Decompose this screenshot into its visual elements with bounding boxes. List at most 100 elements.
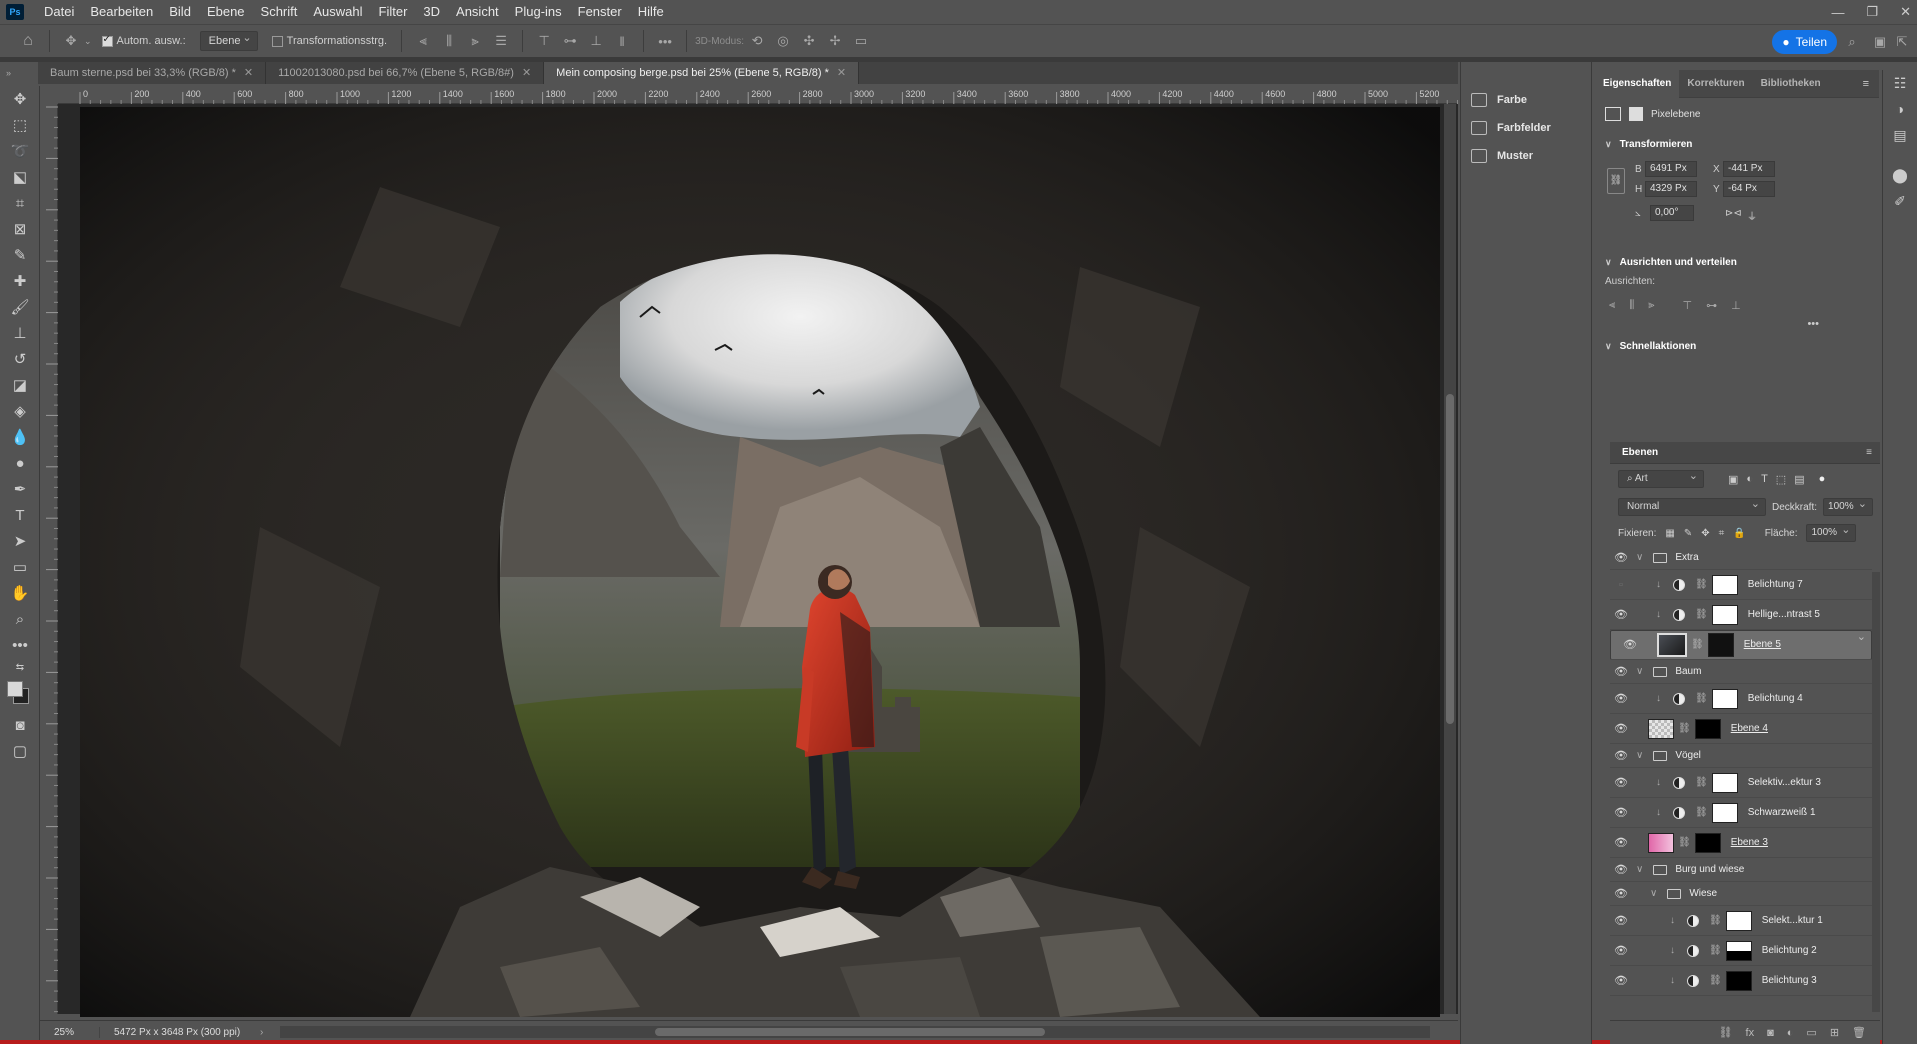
align-left-icon[interactable]: ⫷ xyxy=(415,33,431,49)
3d-slide-icon[interactable]: ✢ xyxy=(827,33,843,49)
eye-icon[interactable]: 👁 xyxy=(1610,776,1632,789)
stamp-tool-icon[interactable]: ⊥ xyxy=(0,320,40,346)
layer-group-extra[interactable]: 👁 ∨ Extra xyxy=(1610,546,1872,570)
eyedropper-tool-icon[interactable]: ✎ xyxy=(0,242,40,268)
farbe-panel-button[interactable]: Farbe xyxy=(1461,86,1591,114)
tab-11002013080[interactable]: 11002013080.psd bei 66,7% (Ebene 5, RGB/… xyxy=(266,62,545,84)
history-brush-icon[interactable]: ↺ xyxy=(0,346,40,372)
mask-thumbnail[interactable] xyxy=(1711,574,1738,595)
opacity-field[interactable]: 100% xyxy=(1823,496,1874,516)
x-field[interactable]: -441 Px xyxy=(1723,161,1775,177)
3d-orbit-icon[interactable]: ⟲ xyxy=(749,33,765,49)
menu-schrift[interactable]: Schrift xyxy=(253,0,306,24)
eye-icon[interactable]: 👁 xyxy=(1610,551,1632,564)
layer-ebene-5[interactable]: 👁 ⛓ Ebene 5 xyxy=(1610,628,1872,660)
menu-bearbeiten[interactable]: Bearbeiten xyxy=(82,0,161,24)
menu-fenster[interactable]: Fenster xyxy=(570,0,630,24)
menu-filter[interactable]: Filter xyxy=(371,0,416,24)
filter-type-icon[interactable]: T xyxy=(1761,473,1768,485)
chain-link-icon[interactable]: ⛓ xyxy=(1695,777,1708,788)
align-right-icon[interactable]: ⫸ xyxy=(1648,299,1654,312)
layer-thumbnail[interactable] xyxy=(1648,718,1674,739)
marquee-tool-icon[interactable]: ⬚ xyxy=(0,112,40,138)
blend-mode-dropdown[interactable]: Normal xyxy=(1618,496,1766,516)
filter-adjustment-icon[interactable]: ◐ xyxy=(1746,473,1753,485)
eye-icon[interactable]: 👁 xyxy=(1610,692,1632,705)
3d-pan-icon[interactable]: ✣ xyxy=(801,33,817,49)
transform-section-header[interactable]: ∨ Transformieren xyxy=(1595,130,1879,158)
lock-all-icon[interactable]: 🔒 xyxy=(1733,528,1745,539)
rectangle-tool-icon[interactable]: ▭ xyxy=(0,554,40,580)
minimize-icon[interactable]: — xyxy=(1831,5,1844,20)
filter-shape-icon[interactable]: ⬚ xyxy=(1776,473,1786,486)
eye-icon[interactable]: 👁 xyxy=(1610,722,1632,735)
menu-ebene[interactable]: Ebene xyxy=(199,0,253,24)
auto-select-dropdown[interactable]: Ebene xyxy=(199,29,258,51)
align-right-icon[interactable]: ⫸ xyxy=(467,33,483,49)
align-bottom-icon[interactable]: ⊥ xyxy=(588,33,604,49)
mask-thumbnail[interactable] xyxy=(1707,633,1734,657)
chain-link-icon[interactable]: ⛓ xyxy=(1709,915,1722,926)
align-hcenter-icon[interactable]: ⫼ xyxy=(441,33,457,49)
align-top-icon[interactable]: ⊤ xyxy=(1683,299,1693,312)
lasso-tool-icon[interactable]: ➰ xyxy=(0,138,40,164)
layer-ebene-4[interactable]: 👁 ⛓ Ebene 4 xyxy=(1610,714,1872,744)
chain-link-icon[interactable]: ⛓ xyxy=(1695,579,1708,590)
layer-belichtung-7[interactable]: ▫ ↓ ⛓ Belichtung 7 xyxy=(1610,570,1872,600)
layer-helligkeit-kontrast-5[interactable]: 👁 ↓ ⛓ Hellige...ntrast 5 xyxy=(1610,600,1872,630)
share-button[interactable]: ● Teilen xyxy=(1772,30,1837,54)
adjustments-panel-icon[interactable]: ☷ xyxy=(1883,70,1917,96)
lock-pixels-icon[interactable]: ✎ xyxy=(1684,528,1692,539)
more-options-icon[interactable]: ••• xyxy=(657,33,673,49)
mask-thumbnail[interactable] xyxy=(1711,604,1738,625)
width-field[interactable]: 6491 Px xyxy=(1645,161,1697,177)
distribute-horizontal-icon[interactable]: ☰ xyxy=(493,33,509,49)
eye-icon[interactable]: 👁 xyxy=(1610,914,1632,927)
chain-link-icon[interactable]: ⛓ xyxy=(1695,693,1708,704)
lock-transparency-icon[interactable]: ▦ xyxy=(1665,528,1674,539)
layer-selektive-farbkorrektur-3[interactable]: 👁 ↓ ⛓ Selektiv...ektur 3 xyxy=(1610,768,1872,798)
layer-filter-dropdown[interactable]: ⌕ Art xyxy=(1618,468,1704,488)
layer-belichtung-3[interactable]: 👁 ↓ ⛓ Belichtung 3 xyxy=(1610,966,1872,996)
align-bottom-icon[interactable]: ⊥ xyxy=(1731,299,1741,312)
chevron-down-icon[interactable]: ∨ xyxy=(1636,864,1643,875)
mask-thumbnail[interactable] xyxy=(1711,688,1738,709)
trash-icon[interactable]: 🗑 xyxy=(1852,1026,1866,1039)
more-align-icon[interactable]: ••• xyxy=(1595,318,1879,330)
new-group-icon[interactable]: ▭ xyxy=(1806,1026,1816,1039)
menu-3d[interactable]: 3D xyxy=(415,0,448,24)
eye-icon[interactable]: 👁 xyxy=(1610,944,1632,957)
menu-ansicht[interactable]: Ansicht xyxy=(448,0,507,24)
chain-link-icon[interactable]: ⛓ xyxy=(1695,807,1708,818)
chevron-down-icon[interactable]: ∨ xyxy=(1636,552,1643,563)
chain-link-icon[interactable]: ⛓ xyxy=(1678,837,1691,848)
home-icon[interactable]: ⌂ xyxy=(20,32,36,49)
mask-thumbnail[interactable] xyxy=(1694,832,1721,853)
vertical-scrollbar[interactable] xyxy=(1444,104,1456,1014)
layer-schwarzweiss-1[interactable]: 👁 ↓ ⛓ Schwarzweiß 1 xyxy=(1610,798,1872,828)
flip-vertical-icon[interactable]: ⏚ xyxy=(1747,208,1757,223)
move-tool-icon[interactable]: ✥ xyxy=(0,86,40,112)
close-tab-icon[interactable]: ✕ xyxy=(244,62,253,84)
paint-bucket-icon[interactable]: ◈ xyxy=(0,398,40,424)
eye-icon[interactable]: 👁 xyxy=(1610,974,1632,987)
search-icon[interactable]: ⌕ xyxy=(1844,34,1860,50)
layer-belichtung-4[interactable]: 👁 ↓ ⛓ Belichtung 4 xyxy=(1610,684,1872,714)
fx-icon[interactable]: fx xyxy=(1746,1027,1755,1039)
eye-icon[interactable]: 👁 xyxy=(1610,836,1632,849)
align-section-header[interactable]: ∨ Ausrichten und verteilen xyxy=(1595,248,1879,276)
layer-thumbnail[interactable] xyxy=(1648,832,1674,853)
tab-bibliotheken[interactable]: Bibliotheken xyxy=(1753,70,1829,98)
chain-link-icon[interactable]: ⛓ xyxy=(1709,945,1722,956)
eye-icon[interactable]: 👁 xyxy=(1610,863,1632,876)
quick-mask-icon[interactable]: ◙ xyxy=(0,712,40,738)
layer-group-burg-und-wiese[interactable]: 👁 ∨ Burg und wiese xyxy=(1610,858,1872,882)
status-arrow-icon[interactable]: › xyxy=(260,1027,263,1038)
menu-hilfe[interactable]: Hilfe xyxy=(630,0,672,24)
auto-select-checkbox[interactable]: Autom. ausw.: xyxy=(101,34,186,47)
chain-link-icon[interactable]: ⛓ xyxy=(1691,636,1704,654)
swap-colors-icon[interactable]: ⇆ xyxy=(0,658,40,676)
mask-thumbnail[interactable] xyxy=(1725,910,1752,931)
eye-icon[interactable]: 👁 xyxy=(1610,665,1632,678)
layers-title[interactable]: Ebenen xyxy=(1622,447,1658,458)
